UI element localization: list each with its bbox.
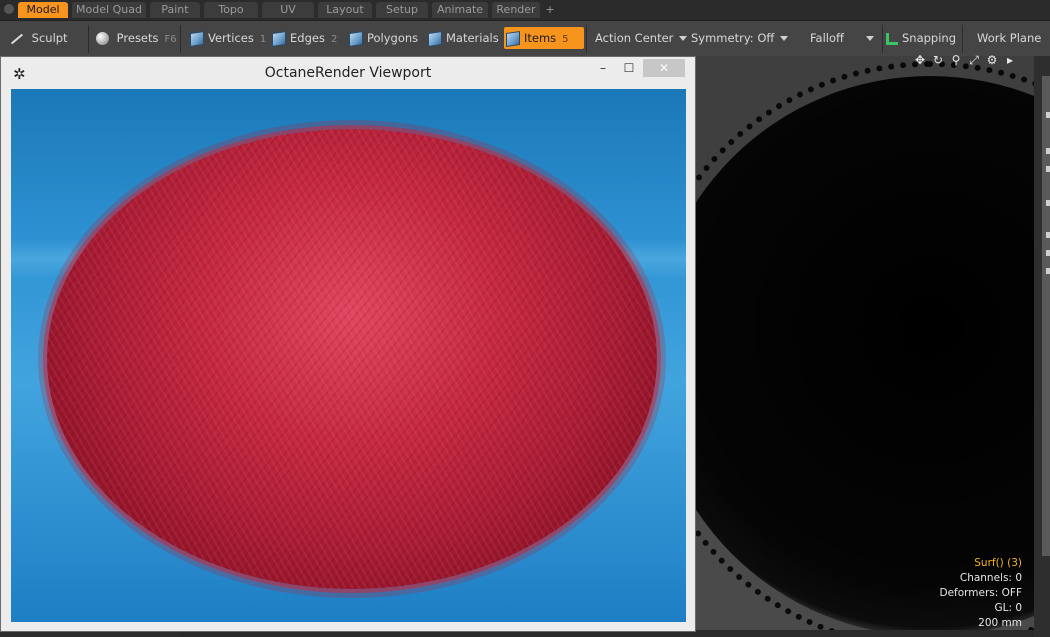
dropdown-arrow-icon xyxy=(865,36,874,41)
items-button[interactable]: Items 5 xyxy=(504,27,584,49)
cube-icon xyxy=(272,30,286,47)
symmetry-label: Symmetry: Off xyxy=(691,31,775,45)
tab-model[interactable]: Model xyxy=(18,2,68,18)
tab-uv[interactable]: UV xyxy=(262,2,314,18)
cube-icon xyxy=(190,30,204,47)
move-view-icon[interactable]: ✥ xyxy=(914,54,926,66)
render-canvas[interactable] xyxy=(11,89,686,622)
presets-label: Presets xyxy=(116,31,159,45)
action-center-label: Action Center xyxy=(595,31,674,45)
falloff-dropdown[interactable]: Falloff xyxy=(810,27,882,49)
sculpt-button[interactable]: Sculpt xyxy=(10,27,68,49)
gear-icon[interactable]: ⚙ xyxy=(986,54,998,66)
list-marker xyxy=(1046,166,1050,172)
items-label: Items xyxy=(524,31,557,45)
tab-model-quad[interactable]: Model Quad xyxy=(72,2,146,18)
toolbar-divider xyxy=(586,25,587,53)
tab-paint[interactable]: Paint xyxy=(150,2,200,18)
edges-shortcut: 2 xyxy=(330,34,338,45)
snap-icon xyxy=(886,32,898,45)
symmetry-dropdown[interactable]: Symmetry: Off xyxy=(691,27,789,49)
edges-label: Edges xyxy=(290,31,325,45)
cube-icon xyxy=(428,30,442,47)
main-toolbar: Sculpt Presets F6 Vertices 1 Edges 2 Polygo… xyxy=(0,20,1050,58)
rotate-view-icon[interactable]: ↻ xyxy=(932,54,944,66)
vertices-label: Vertices xyxy=(208,31,254,45)
items-shortcut: 5 xyxy=(562,34,569,45)
gl-readout: GL: 0 xyxy=(994,602,1022,614)
list-marker xyxy=(1046,200,1050,206)
vertices-shortcut: 1 xyxy=(259,34,267,45)
tab-topo[interactable]: Topo xyxy=(204,2,258,18)
layout-tab-bar: Model Model Quad Paint Topo UV Layout Se… xyxy=(0,0,1050,20)
minimize-button[interactable]: – xyxy=(591,59,615,77)
list-marker xyxy=(1046,232,1050,238)
toolbar-divider xyxy=(180,25,181,53)
app-menu-icon[interactable] xyxy=(4,4,14,14)
materials-label: Materials xyxy=(446,31,499,45)
fur-texture xyxy=(47,129,657,589)
list-marker xyxy=(1046,112,1050,118)
scale-readout: 200 mm xyxy=(978,617,1022,629)
tab-setup[interactable]: Setup xyxy=(376,2,428,18)
polygons-button[interactable]: Polygons xyxy=(349,27,418,49)
action-center-dropdown[interactable]: Action Center xyxy=(595,27,688,49)
fur-ball-render xyxy=(47,129,657,589)
viewport-tools: ✥ ↻ ⚲ ⤢ ⚙ ▸ xyxy=(914,54,1022,70)
list-marker xyxy=(1046,250,1050,256)
dropdown-arrow-icon xyxy=(780,36,789,41)
polygons-label: Polygons xyxy=(367,31,419,45)
snapping-button[interactable]: Snapping xyxy=(886,27,956,49)
close-button[interactable]: ✕ xyxy=(643,59,685,77)
edges-button[interactable]: Edges 2 xyxy=(272,27,337,49)
dropdown-arrow-icon xyxy=(679,36,688,41)
work-plane-label: Work Plane xyxy=(977,31,1042,45)
list-marker xyxy=(1046,148,1050,154)
toolbar-divider xyxy=(962,25,963,53)
surface-readout: Surf() (3) xyxy=(974,557,1022,569)
sculpt-label: Sculpt xyxy=(31,31,68,45)
viewport-stats: Surf() (3) Channels: 0 Deformers: OFF GL… xyxy=(940,556,1023,631)
channels-readout: Channels: 0 xyxy=(959,572,1022,584)
tab-render[interactable]: Render xyxy=(492,2,540,18)
right-panel-strip xyxy=(1034,56,1050,637)
materials-button[interactable]: Materials xyxy=(428,27,499,49)
work-plane-dropdown[interactable]: Work Plane xyxy=(977,27,1041,49)
tab-animate[interactable]: Animate xyxy=(432,2,488,18)
chevron-right-icon[interactable]: ▸ xyxy=(1004,54,1016,66)
brush-icon xyxy=(10,33,24,44)
window-title-bar[interactable]: ✲ OctaneRender Viewport – ☐ ✕ xyxy=(1,57,695,89)
snapping-label: Snapping xyxy=(902,31,957,45)
cube-icon xyxy=(349,30,363,47)
deformers-readout: Deformers: OFF xyxy=(939,587,1023,599)
list-marker xyxy=(1046,268,1050,274)
presets-button[interactable]: Presets F6 xyxy=(96,27,177,49)
add-tab-button[interactable]: + xyxy=(543,2,557,18)
presets-shortcut: F6 xyxy=(164,34,177,45)
tab-layout[interactable]: Layout xyxy=(318,2,372,18)
maximize-button[interactable]: ☐ xyxy=(617,59,641,77)
zoom-view-icon[interactable]: ⚲ xyxy=(950,54,962,66)
cube-icon xyxy=(506,30,520,47)
preset-sphere-icon xyxy=(96,32,109,45)
octane-render-window[interactable]: ✲ OctaneRender Viewport – ☐ ✕ xyxy=(0,56,696,632)
toolbar-divider xyxy=(88,25,89,53)
vertices-button[interactable]: Vertices 1 xyxy=(190,27,266,49)
maximize-view-icon[interactable]: ⤢ xyxy=(968,54,980,66)
falloff-label: Falloff xyxy=(810,31,844,45)
toolbar-divider xyxy=(882,25,883,53)
